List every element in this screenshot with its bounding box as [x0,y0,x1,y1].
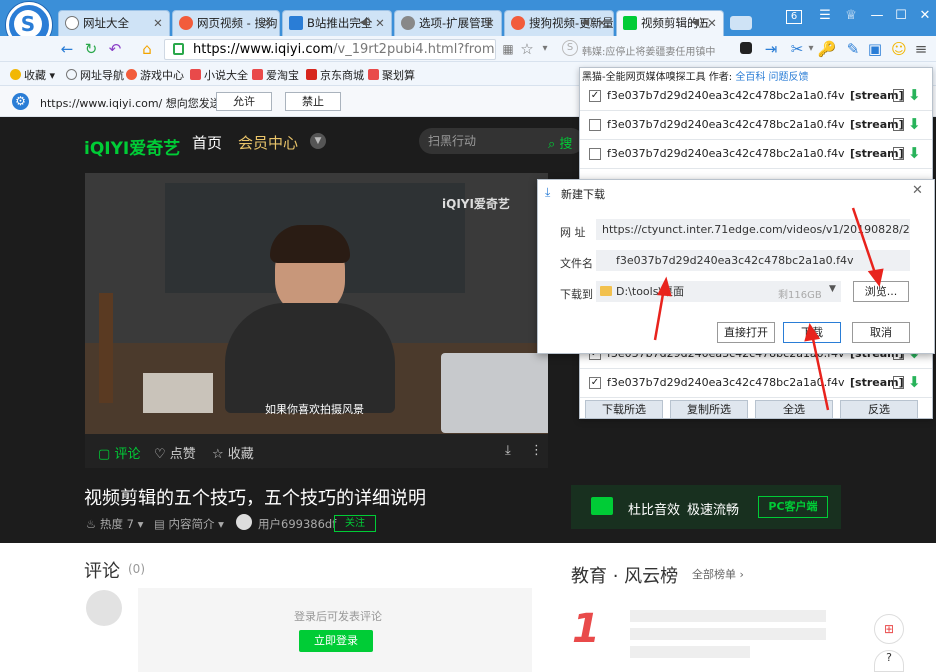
arrow-head [804,323,821,342]
arrow-to-browse [851,207,878,277]
arrow-head [657,276,672,297]
arrow-to-path [653,287,666,341]
arrow-to-download [810,333,830,411]
annotation-arrows [653,207,884,411]
arrow-head [867,268,884,287]
